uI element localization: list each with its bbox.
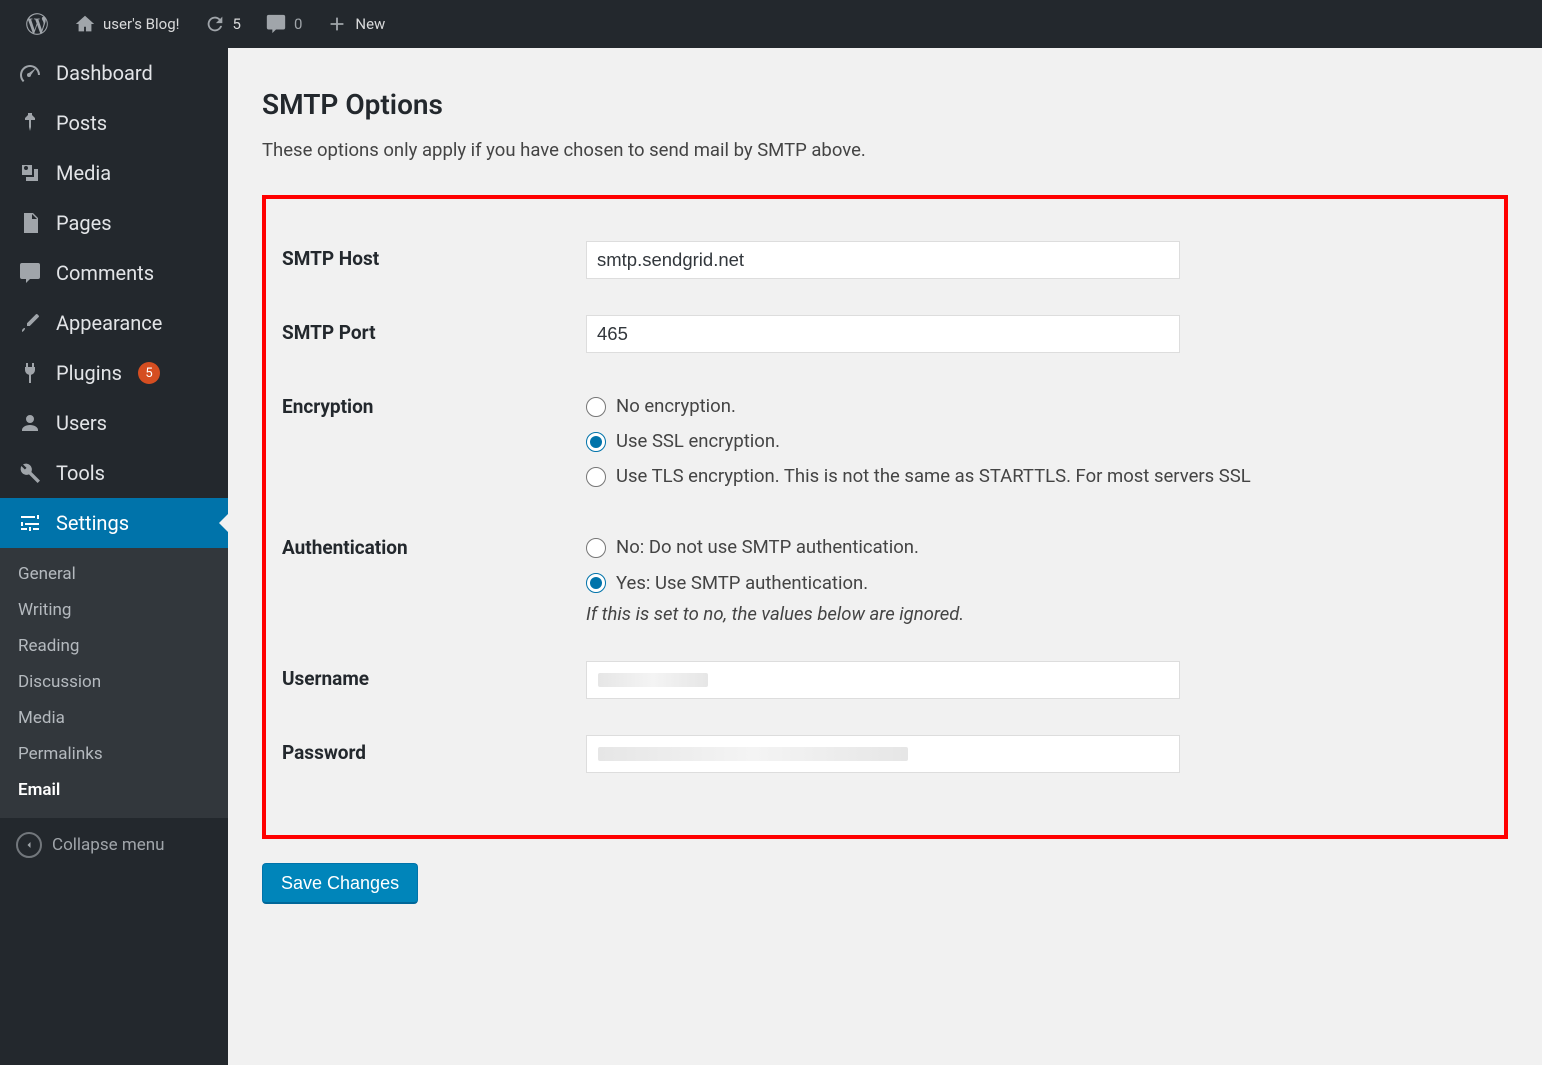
paintbrush-icon — [16, 311, 44, 335]
updates-link[interactable]: 5 — [192, 0, 253, 48]
sidebar-item-pages[interactable]: Pages — [0, 198, 228, 248]
sidebar-item-label: Media — [56, 161, 111, 185]
plugins-update-badge: 5 — [138, 362, 160, 384]
new-content-link[interactable]: New — [314, 0, 397, 48]
sidebar-item-label: Plugins — [56, 361, 122, 385]
sidebar-item-label: Appearance — [56, 311, 162, 335]
sidebar-item-media[interactable]: Media — [0, 148, 228, 198]
page-title: SMTP Options — [262, 88, 1508, 121]
collapse-menu-button[interactable]: Collapse menu — [0, 818, 228, 872]
sliders-icon — [16, 511, 44, 535]
wp-logo[interactable] — [12, 0, 62, 48]
sidebar-item-label: Users — [56, 411, 107, 435]
comment-icon — [265, 13, 287, 35]
sidebar-item-users[interactable]: Users — [0, 398, 228, 448]
sidebar-item-label: Posts — [56, 111, 107, 135]
auth-no-radio[interactable] — [586, 538, 606, 558]
sidebar-item-settings[interactable]: Settings — [0, 498, 228, 548]
sidebar-item-label: Tools — [56, 461, 105, 485]
new-label: New — [355, 15, 385, 33]
sidebar-item-label: Comments — [56, 261, 154, 285]
plug-icon — [16, 361, 44, 385]
sidebar-item-label: Dashboard — [56, 61, 153, 85]
auth-help-text: If this is set to no, the values below a… — [586, 603, 1504, 625]
encryption-ssl-label: Use SSL encryption. — [616, 424, 780, 459]
admin-bar: user's Blog! 5 0 New — [0, 0, 1542, 48]
page-description: These options only apply if you have cho… — [262, 139, 1508, 161]
collapse-label: Collapse menu — [52, 835, 165, 855]
password-label: Password — [266, 735, 586, 764]
submenu-item-reading[interactable]: Reading — [0, 628, 228, 664]
encryption-none-label: No encryption. — [616, 389, 736, 424]
encryption-tls-radio[interactable] — [586, 467, 606, 487]
updates-count: 5 — [233, 15, 241, 33]
encryption-label: Encryption — [266, 389, 586, 418]
comments-link[interactable]: 0 — [253, 0, 314, 48]
encryption-none-radio[interactable] — [586, 397, 606, 417]
smtp-host-label: SMTP Host — [266, 241, 586, 270]
smtp-port-label: SMTP Port — [266, 315, 586, 344]
main-content: SMTP Options These options only apply if… — [228, 48, 1542, 1065]
submenu-item-permalinks[interactable]: Permalinks — [0, 736, 228, 772]
sidebar-item-tools[interactable]: Tools — [0, 448, 228, 498]
media-icon — [16, 161, 44, 185]
page-icon — [16, 211, 44, 235]
sidebar-item-posts[interactable]: Posts — [0, 98, 228, 148]
redacted-password — [598, 747, 908, 761]
admin-sidebar: Dashboard Posts Media Pages Comments — [0, 48, 228, 1065]
auth-yes-radio[interactable] — [586, 573, 606, 593]
comment-icon — [16, 261, 44, 285]
sidebar-item-plugins[interactable]: Plugins 5 — [0, 348, 228, 398]
sidebar-item-label: Pages — [56, 211, 112, 235]
wordpress-logo-icon — [24, 11, 50, 37]
plus-icon — [326, 13, 348, 35]
submenu-item-discussion[interactable]: Discussion — [0, 664, 228, 700]
auth-yes-label: Yes: Use SMTP authentication. — [616, 566, 868, 601]
auth-no-label: No: Do not use SMTP authentication. — [616, 530, 919, 565]
comments-count: 0 — [294, 15, 302, 33]
encryption-ssl-radio[interactable] — [586, 432, 606, 452]
sidebar-item-label: Settings — [56, 511, 129, 535]
redacted-username — [598, 673, 708, 687]
submenu-item-general[interactable]: General — [0, 556, 228, 592]
save-changes-button[interactable]: Save Changes — [262, 863, 418, 904]
gauge-icon — [16, 61, 44, 85]
sidebar-item-dashboard[interactable]: Dashboard — [0, 48, 228, 98]
site-name-link[interactable]: user's Blog! — [62, 0, 192, 48]
submenu-item-media[interactable]: Media — [0, 700, 228, 736]
site-name: user's Blog! — [103, 15, 180, 33]
refresh-icon — [204, 13, 226, 35]
home-icon — [74, 13, 96, 35]
username-label: Username — [266, 661, 586, 690]
sidebar-item-appearance[interactable]: Appearance — [0, 298, 228, 348]
collapse-icon — [16, 832, 42, 858]
encryption-tls-label: Use TLS encryption. This is not the same… — [616, 459, 1251, 494]
submenu-item-writing[interactable]: Writing — [0, 592, 228, 628]
pushpin-icon — [16, 111, 44, 135]
sidebar-item-comments[interactable]: Comments — [0, 248, 228, 298]
smtp-host-input[interactable] — [586, 241, 1180, 279]
wrench-icon — [16, 461, 44, 485]
settings-submenu: General Writing Reading Discussion Media… — [0, 548, 228, 818]
authentication-label: Authentication — [266, 530, 586, 559]
smtp-port-input[interactable] — [586, 315, 1180, 353]
smtp-options-box: SMTP Host SMTP Port Encryption No encryp… — [262, 195, 1508, 839]
submenu-item-email[interactable]: Email — [0, 772, 228, 808]
user-icon — [16, 411, 44, 435]
